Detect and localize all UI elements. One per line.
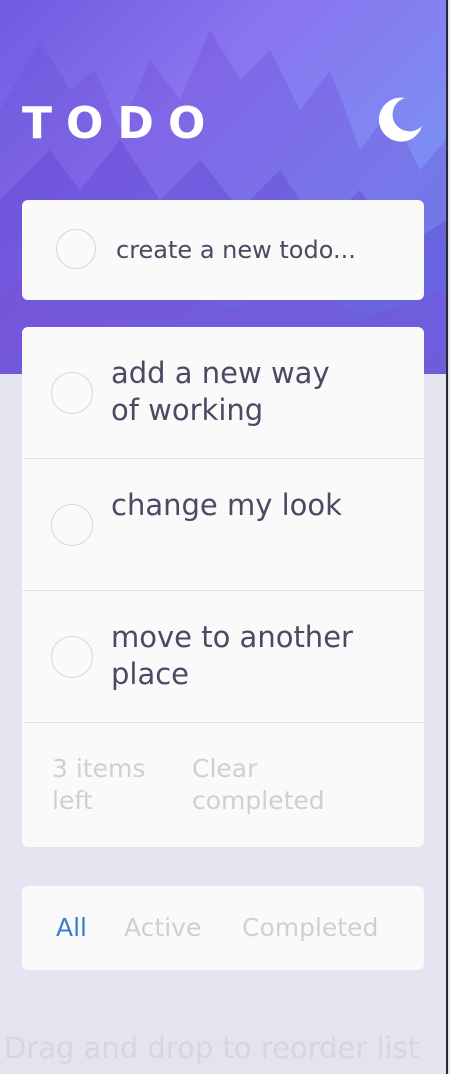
todo-text: move to another place: [111, 620, 353, 691]
todo-text: add a new way of working: [111, 356, 330, 427]
clear-completed-button[interactable]: Clear completed: [192, 753, 372, 817]
moon-icon: [378, 97, 422, 142]
todo-checkbox[interactable]: [51, 372, 93, 414]
todo-text: change my look: [111, 488, 342, 522]
todo-checkbox[interactable]: [51, 636, 93, 678]
filter-bar: All Active Completed: [22, 886, 424, 970]
window-edge: [446, 0, 448, 1074]
filter-all[interactable]: All: [56, 912, 87, 944]
todo-checkbox[interactable]: [51, 504, 93, 546]
drag-drop-hint: Drag and drop to reorder list: [4, 1031, 420, 1065]
new-todo-checkbox[interactable]: [56, 229, 96, 269]
theme-toggle-button[interactable]: [378, 96, 424, 142]
mountain-backdrop: [0, 30, 446, 374]
todo-item[interactable]: move to another place: [22, 591, 424, 723]
filter-completed[interactable]: Completed: [242, 912, 378, 944]
todo-item[interactable]: add a new way of working: [22, 327, 424, 459]
items-left-count: 3 items left: [52, 754, 146, 815]
todo-list: add a new way of working change my look …: [22, 327, 424, 847]
todo-item[interactable]: change my look: [22, 459, 424, 591]
header-background: TODO: [0, 0, 446, 374]
list-footer: 3 items left Clear completed: [22, 723, 424, 847]
new-todo-input[interactable]: [116, 230, 406, 270]
filter-active[interactable]: Active: [124, 912, 201, 944]
new-todo-card: [22, 200, 424, 300]
app-title: TODO: [22, 98, 220, 149]
